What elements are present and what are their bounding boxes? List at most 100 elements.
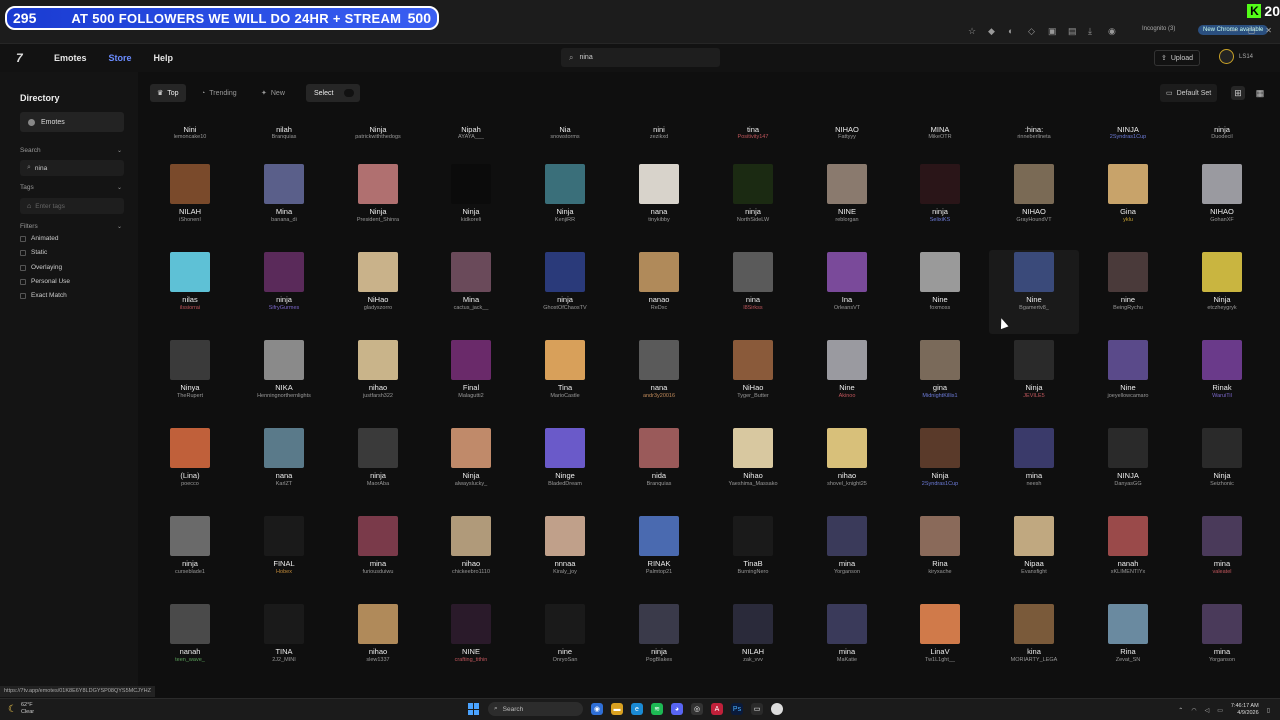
emote-card[interactable]: Nine joeyellowcamaro — [1083, 338, 1173, 422]
emote-card[interactable]: Nipaa Evansfight — [989, 514, 1079, 598]
emote-card[interactable]: Ina OrleansVT — [802, 250, 892, 334]
app-icon[interactable] — [771, 703, 783, 715]
emote-author[interactable]: Hobex — [239, 569, 329, 575]
emote-card[interactable]: ninja MaorAba — [333, 426, 423, 510]
download-icon[interactable]: ⤓ — [1088, 26, 1098, 36]
chevron-down-icon[interactable]: ⌄ — [117, 147, 122, 154]
wifi-icon[interactable]: ◠ — [1191, 707, 1196, 714]
emote-card[interactable]: Nihao Yaeshima_Massako — [708, 426, 798, 510]
notification-icon[interactable]: ▯ — [1267, 707, 1270, 714]
emote-card[interactable]: NiHao Tyger_Butter — [708, 338, 798, 422]
emote-card[interactable]: ninja curseblade1 — [145, 514, 235, 598]
emote-card[interactable]: kina MORIARTY_LEGA — [989, 602, 1079, 686]
emote-card[interactable]: ninja SifryGurmes — [239, 250, 329, 334]
select-toggle[interactable]: Select — [306, 84, 360, 102]
emote-author[interactable]: Akinoo — [802, 393, 892, 399]
emote-card[interactable]: mina neesh — [989, 426, 1079, 510]
emote-card[interactable]: NINE crafting_tithin — [426, 602, 516, 686]
emote-author[interactable]: xKLIMENTIYx — [1083, 569, 1173, 575]
emote-author[interactable]: snowstorms — [520, 134, 610, 140]
extension-icon[interactable]: ◆ — [988, 26, 998, 36]
emote-author[interactable]: yklu — [1083, 217, 1173, 223]
emote-card[interactable]: mina Yorganson — [802, 514, 892, 598]
emote-author[interactable]: BeingRychu — [1083, 305, 1173, 311]
emote-author[interactable]: valeatel — [1177, 569, 1267, 575]
tab-top[interactable]: ♛ Top — [150, 84, 186, 102]
filter-animated[interactable]: Animated — [20, 235, 58, 242]
emote-author[interactable]: neesh — [989, 481, 1079, 487]
emote-card[interactable]: nihao slew1337 — [333, 602, 423, 686]
emote-author[interactable]: Yorganson — [1177, 657, 1267, 663]
tab-trending[interactable]: ◔ Trending — [194, 84, 244, 102]
emote-author[interactable]: BurningNero — [708, 569, 798, 575]
emote-author[interactable]: ReDxc — [614, 305, 704, 311]
emote-card[interactable]: ninja SelixiKS — [895, 162, 985, 246]
emote-author[interactable]: shovel_knight25 — [802, 481, 892, 487]
emote-author[interactable]: PogBlakes — [614, 657, 704, 663]
emote-author[interactable]: curseblade1 — [145, 569, 235, 575]
emote-author[interactable]: Malagutti2 — [426, 393, 516, 399]
emote-card[interactable]: Ninja Seizhonic — [1177, 426, 1267, 510]
toggle-switch[interactable] — [344, 89, 354, 97]
emote-card[interactable]: TINA 2J2_MINI — [239, 602, 329, 686]
close-icon[interactable]: ✕ — [1265, 26, 1272, 35]
emote-author[interactable]: Palmtop21 — [614, 569, 704, 575]
emote-author[interactable]: Tyger_Butter — [708, 393, 798, 399]
emote-card[interactable]: nine BeingRychu — [1083, 250, 1173, 334]
emote-card[interactable]: mina furiousduiwu — [333, 514, 423, 598]
checkbox[interactable] — [20, 235, 26, 242]
emote-card[interactable]: nihao justfarsh322 — [333, 338, 423, 422]
emote-author[interactable]: President_Shinra — [333, 217, 423, 223]
emote-card[interactable]: Nine Akinoo — [802, 338, 892, 422]
checkbox[interactable] — [20, 278, 26, 285]
emote-card[interactable]: Ninja JEVILE5 — [989, 338, 1079, 422]
emote-author[interactable]: JEVILE5 — [989, 393, 1079, 399]
emote-card[interactable]: Ninja kidkoreli — [426, 162, 516, 246]
spotify-icon[interactable]: ≋ — [651, 703, 663, 715]
emote-card[interactable]: Ninja KenjiRR — [520, 162, 610, 246]
emote-card[interactable]: Rinak WaruiTil — [1177, 338, 1267, 422]
emote-author[interactable]: lemoncake10 — [145, 134, 235, 140]
obs-icon[interactable]: ◎ — [691, 703, 703, 715]
emote-card[interactable]: Rina Zevat_SN — [1083, 602, 1173, 686]
emote-card[interactable]: nida Branquias — [614, 426, 704, 510]
emote-author[interactable]: l8Sirkss — [708, 305, 798, 311]
emote-author[interactable]: Branquias — [614, 481, 704, 487]
emote-author[interactable]: Henningnorthernlights — [239, 393, 329, 399]
emote-author[interactable]: zezikxd — [614, 134, 704, 140]
emote-author[interactable]: alwayslucky_ — [426, 481, 516, 487]
nav-store[interactable]: Store — [109, 53, 132, 63]
emote-card[interactable]: ninja NorthSideLW — [708, 162, 798, 246]
list-view-icon[interactable]: ▦ — [1253, 86, 1267, 100]
emote-author[interactable]: andr3y20016 — [614, 393, 704, 399]
emote-author[interactable]: MORIARTY_LEGA — [989, 657, 1079, 663]
sidebar-icon[interactable]: ▤ — [1068, 26, 1078, 36]
grid-view-icon[interactable]: ⊞ — [1231, 86, 1245, 100]
emote-card[interactable]: TinaB BurningNero — [708, 514, 798, 598]
extension-icon[interactable]: ◇ — [1028, 26, 1038, 36]
emote-author[interactable]: justfarsh322 — [333, 393, 423, 399]
checkbox[interactable] — [20, 264, 26, 271]
emote-author[interactable]: TheRupert — [145, 393, 235, 399]
emote-author[interactable]: AYAYA___ — [426, 134, 516, 140]
emote-card[interactable]: LinaV Tw1L1ght__ — [895, 602, 985, 686]
nav-emotes[interactable]: Emotes — [54, 53, 87, 63]
emote-author[interactable]: zak_vvv — [708, 657, 798, 663]
emote-card[interactable]: nine OnryoSan — [520, 602, 610, 686]
emote-card[interactable]: nina l8Sirkss — [708, 250, 798, 334]
emote-card[interactable]: NIKA Henningnorthernlights — [239, 338, 329, 422]
emote-card[interactable]: Ninja President_Shinra — [333, 162, 423, 246]
checkbox[interactable] — [20, 292, 26, 299]
emote-author[interactable]: Fattyyy — [802, 134, 892, 140]
terminal-icon[interactable]: ▭ — [751, 703, 763, 715]
user-menu[interactable]: LS14 — [1219, 49, 1253, 64]
filter-overlaying[interactable]: Overlaying — [20, 264, 62, 271]
windows-start-icon[interactable] — [468, 703, 480, 715]
emote-author[interactable]: NorthSideLW — [708, 217, 798, 223]
discord-icon[interactable]: ◕ — [671, 703, 683, 715]
emote-card[interactable]: Ninja alwayslucky_ — [426, 426, 516, 510]
emote-card[interactable]: NiHao gladyszorro — [333, 250, 423, 334]
tab-new[interactable]: ✦ New — [254, 84, 292, 102]
emote-author[interactable]: Seizhonic — [1177, 481, 1267, 487]
emote-author[interactable]: GohanXF — [1177, 217, 1267, 223]
